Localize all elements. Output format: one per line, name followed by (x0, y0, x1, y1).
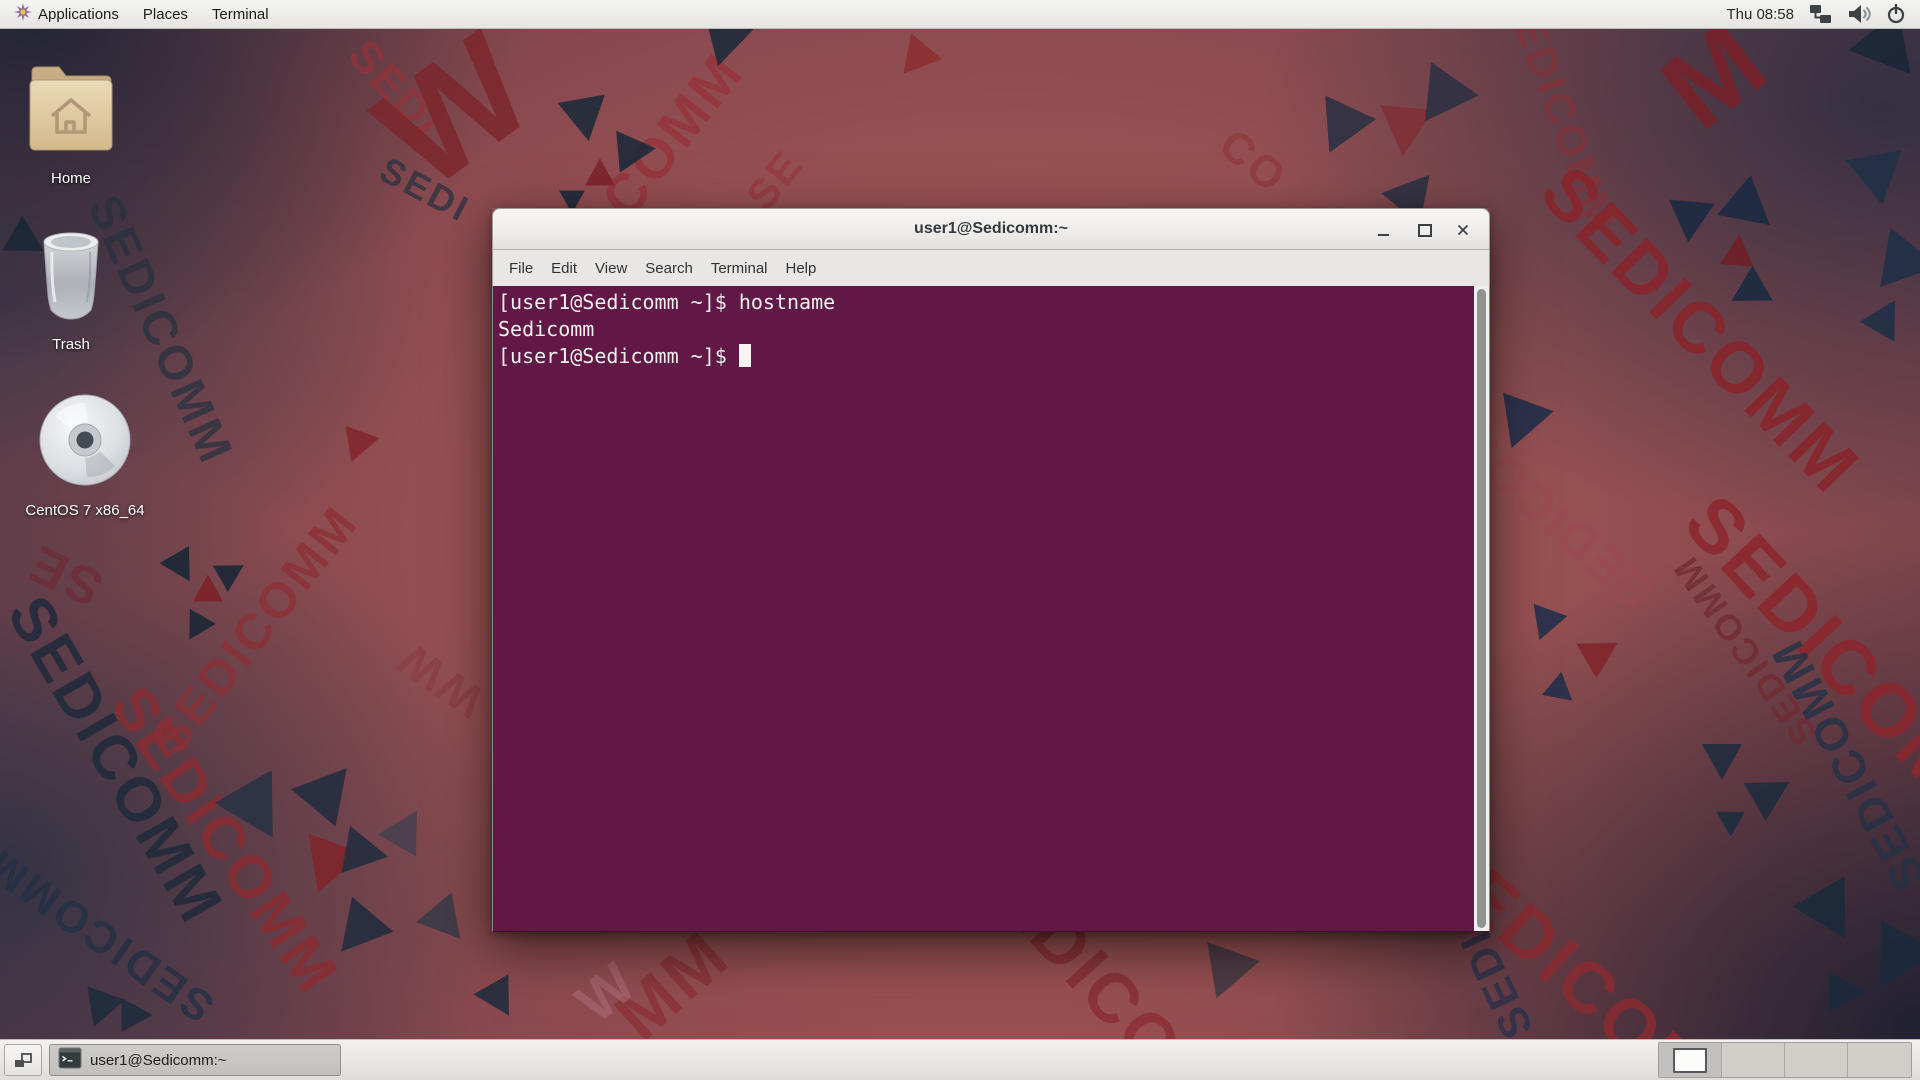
wallpaper-triangle (335, 426, 380, 468)
terminal-line: [user1@Sedicomm ~]$ (498, 343, 1469, 370)
desktop-icon-centos-disc[interactable]: CentOS 7 x86_64 (20, 392, 150, 519)
minimize-button[interactable] (1371, 218, 1395, 242)
terminal-line: Sedicomm (498, 316, 1469, 343)
bottom-panel: user1@Sedicomm:~ (0, 1039, 1920, 1080)
wallpaper-triangle (1709, 800, 1745, 837)
menu-file[interactable]: File (500, 260, 542, 277)
desktop: SEDICOMMSEDICOMMSEDIWCOMMSESEDICOMMSEDIC… (0, 0, 1920, 1080)
workspace-2[interactable] (1722, 1043, 1785, 1077)
desktop-icon-home[interactable]: Home (6, 56, 136, 187)
panel-menus: Applications Places Terminal (0, 0, 281, 28)
menu-view[interactable]: View (586, 260, 636, 277)
menu-search[interactable]: Search (636, 260, 702, 277)
minimize-icon (1378, 234, 1389, 236)
menu-label: Places (143, 6, 188, 23)
terminal-scrollbar[interactable] (1474, 286, 1489, 931)
close-icon (1457, 224, 1469, 236)
wallpaper-triangle (1576, 626, 1627, 679)
window-titlebar[interactable]: user1@Sedicomm:~ (492, 208, 1490, 250)
workspace-3[interactable] (1785, 1043, 1848, 1077)
wallpaper-triangle (1880, 228, 1920, 296)
terminal-line: [user1@Sedicomm ~]$ hostname (498, 289, 1469, 316)
terminal-text: [user1@Sedicomm ~]$ hostname (498, 290, 835, 314)
terminal-app-icon (58, 1047, 82, 1073)
menu-terminal[interactable]: Terminal (702, 260, 777, 277)
wallpaper-triangle (193, 575, 223, 602)
wallpaper-triangle (1720, 233, 1757, 267)
wallpaper-triangle (122, 998, 153, 1032)
wallpaper-triangle (75, 986, 125, 1034)
terminal-text: Sedicomm (498, 317, 594, 341)
wallpaper-triangle (616, 127, 658, 172)
wallpaper-watermark: CO (1209, 120, 1296, 205)
top-panel: Applications Places Terminal Thu 08:58 (0, 0, 1920, 29)
trash-icon (39, 230, 103, 327)
terminal-menubar: File Edit View Search Terminal Help (492, 250, 1490, 286)
terminal-window: user1@Sedicomm:~ File Edit View Search T… (492, 208, 1490, 932)
show-desktop-button[interactable] (4, 1044, 42, 1076)
desktop-icon-label: CentOS 7 x86_64 (25, 502, 144, 519)
wallpaper-triangle (291, 749, 369, 826)
wallpaper-triangle (1829, 972, 1865, 1012)
wallpaper-triangle (1846, 151, 1910, 210)
wallpaper-triangle (558, 95, 613, 146)
menu-places[interactable]: Places (131, 0, 200, 28)
volume-icon[interactable] (1847, 4, 1871, 24)
power-icon[interactable] (1886, 4, 1906, 24)
clock[interactable]: Thu 08:58 (1726, 6, 1794, 23)
optical-disc-icon (37, 392, 133, 493)
window-title: user1@Sedicomm:~ (914, 220, 1068, 238)
desktop-icon-label: Trash (52, 336, 90, 353)
taskbar-window-button[interactable]: user1@Sedicomm:~ (49, 1044, 341, 1076)
wallpaper-triangle (1523, 604, 1568, 646)
menu-help[interactable]: Help (777, 260, 826, 277)
maximize-icon (1418, 224, 1432, 237)
close-button[interactable] (1451, 218, 1475, 242)
taskbar-window-label: user1@Sedicomm:~ (90, 1052, 227, 1069)
panel-status-area: Thu 08:58 (1726, 4, 1920, 24)
menu-terminal-applet[interactable]: Terminal (200, 0, 281, 28)
network-icon[interactable] (1809, 4, 1832, 24)
applications-menu-icon (14, 3, 32, 25)
wallpaper-triangle (1860, 290, 1913, 341)
wallpaper-triangle (1702, 744, 1742, 780)
workspace-4[interactable] (1848, 1043, 1911, 1077)
desktop-icon-trash[interactable]: Trash (6, 230, 136, 353)
terminal-screen[interactable]: [user1@Sedicomm ~]$ hostname Sedicomm [u… (492, 286, 1490, 932)
desktop-icon-label: Home (51, 170, 91, 187)
scrollbar-thumb[interactable] (1477, 289, 1486, 928)
wallpaper-triangle (1665, 200, 1714, 245)
wallpaper-triangle (474, 974, 527, 1025)
wallpaper-watermark: SEDICOMM (140, 494, 370, 765)
wallpaper-triangle (585, 159, 615, 186)
workspace-window-thumbnail (1673, 1048, 1707, 1073)
wallpaper-watermark: WW (386, 631, 493, 728)
wallpaper-triangle (416, 893, 478, 954)
wallpaper-triangle (888, 33, 942, 86)
wallpaper-triangle (1304, 96, 1376, 165)
wallpaper-triangle (1744, 763, 1801, 821)
menu-label: Applications (38, 6, 119, 23)
wallpaper-triangle (1190, 942, 1260, 1008)
menu-edit[interactable]: Edit (542, 260, 586, 277)
menu-applications[interactable]: Applications (2, 0, 131, 28)
terminal-text: [user1@Sedicomm ~]$ (498, 344, 739, 368)
workspace-1[interactable] (1659, 1043, 1722, 1077)
menu-label: Terminal (212, 6, 269, 23)
show-desktop-icon (13, 1052, 33, 1069)
terminal-cursor (739, 344, 751, 367)
wallpaper-triangle (1793, 877, 1872, 954)
workspace-switcher (1658, 1042, 1912, 1078)
wallpaper-triangle (1542, 672, 1582, 712)
maximize-button[interactable] (1413, 218, 1437, 242)
home-icon (25, 56, 117, 161)
